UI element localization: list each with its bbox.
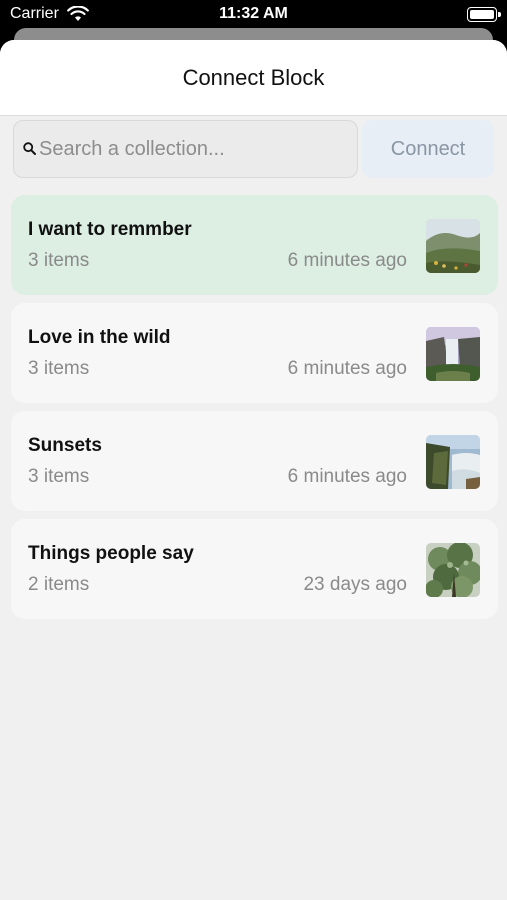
collection-title: Things people say <box>28 543 194 564</box>
sheet-title: Connect Block <box>182 64 325 90</box>
connect-button[interactable]: Connect <box>362 120 494 178</box>
battery-icon <box>467 7 501 22</box>
collection-updated-time: 6 minutes ago <box>287 358 407 379</box>
collection-card-sunsets[interactable]: Sunsets 3 items 6 minutes ago <box>11 411 498 511</box>
collection-title: I want to remmber <box>28 219 192 240</box>
collection-card-love-in-the-wild[interactable]: Love in the wild 3 items 6 minutes ago <box>11 303 498 403</box>
collection-card-things-people-say[interactable]: Things people say 2 items 23 days ago <box>11 519 498 619</box>
clock: 11:32 AM <box>219 5 288 22</box>
meadow-thumbnail <box>426 219 480 273</box>
status-bar: Carrier 11:32 AM <box>0 0 507 30</box>
sheet-header: Connect Block <box>0 40 507 116</box>
tree-thumbnail <box>426 543 480 597</box>
collection-item-count: 3 items <box>28 358 90 379</box>
collection-title: Sunsets <box>28 435 102 456</box>
collection-title: Love in the wild <box>28 327 171 348</box>
cliff-waterfall-thumbnail <box>426 435 480 489</box>
collection-updated-time: 23 days ago <box>303 574 407 595</box>
collection-updated-time: 6 minutes ago <box>287 466 407 487</box>
collection-card-i-want-to-remmber[interactable]: I want to remmber 3 items 6 minutes ago <box>11 195 498 295</box>
collection-updated-time: 6 minutes ago <box>287 250 407 271</box>
search-icon <box>23 142 36 160</box>
search-input[interactable] <box>39 121 349 177</box>
collection-item-count: 3 items <box>28 250 90 271</box>
search-box[interactable] <box>13 120 358 178</box>
collection-item-count: 2 items <box>28 574 90 595</box>
waterfall-thumbnail <box>426 327 480 381</box>
connect-block-sheet: Connect Block Connect I want to remmber … <box>0 40 507 900</box>
search-row: Connect <box>0 120 507 180</box>
collection-item-count: 3 items <box>28 466 90 487</box>
